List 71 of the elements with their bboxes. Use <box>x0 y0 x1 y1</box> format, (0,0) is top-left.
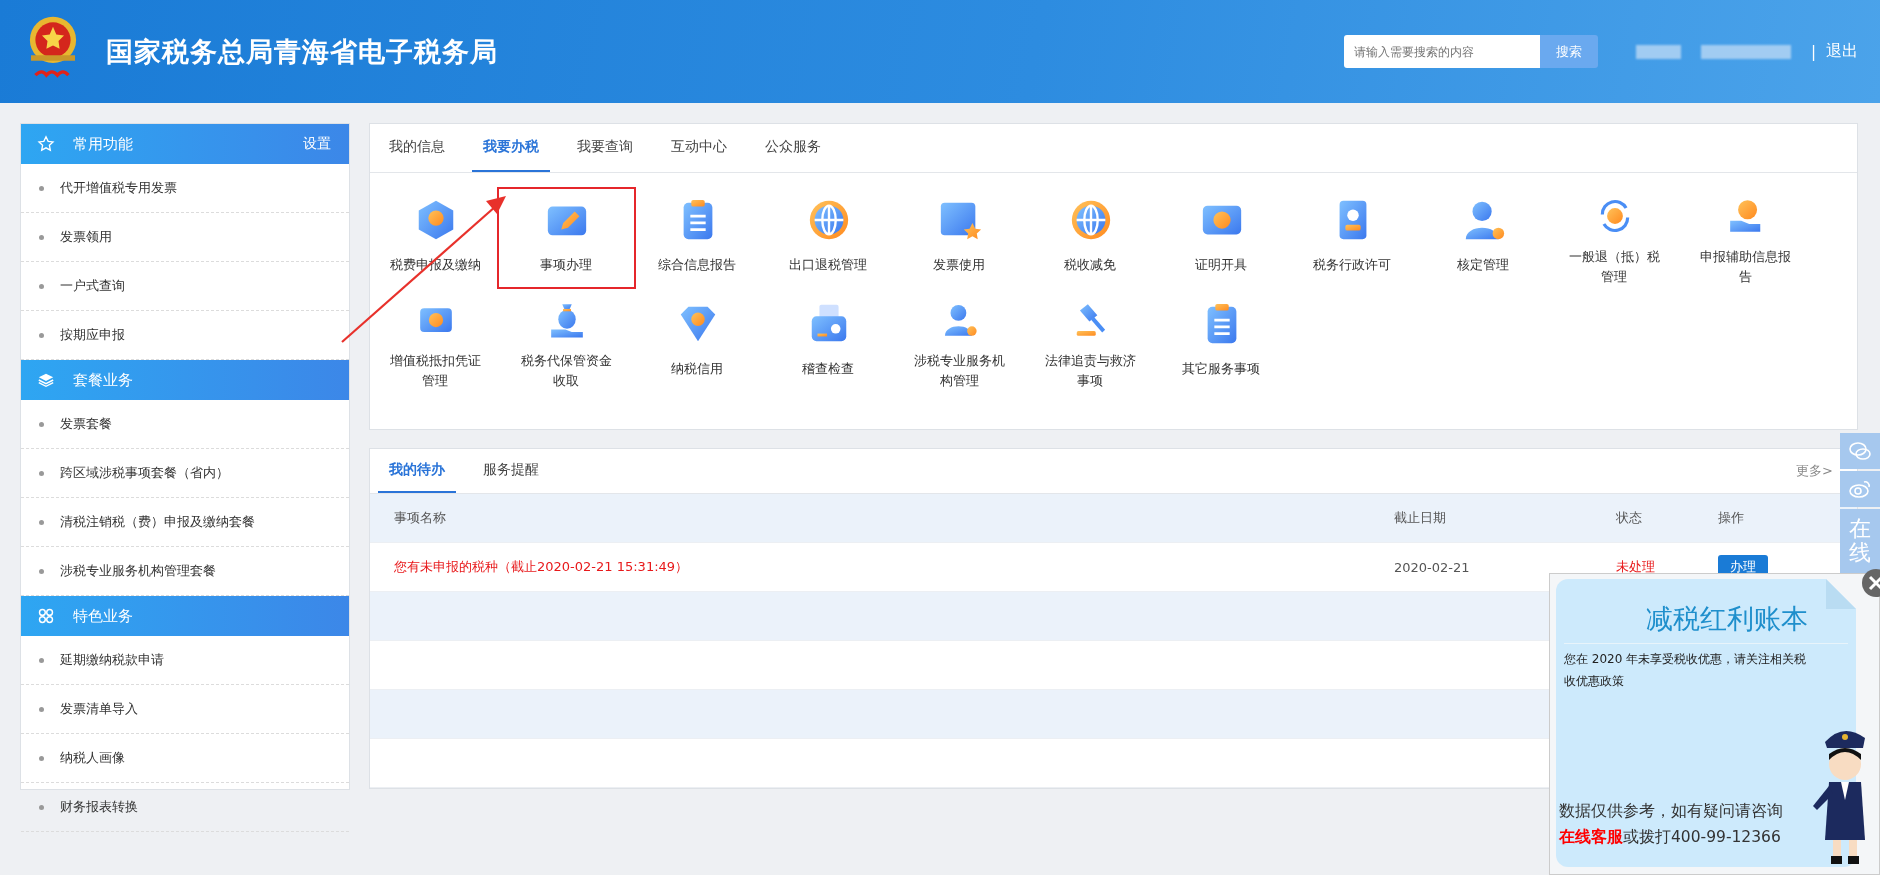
service-item[interactable]: 申报辅助信息报告 <box>1680 187 1811 289</box>
column-header: 事项名称 <box>394 509 447 527</box>
sidebar-item[interactable]: 发票清单导入 <box>21 685 349 734</box>
sidebar-item[interactable]: 延期缴纳税款申请 <box>21 636 349 685</box>
site-title: 国家税务总局青海省电子税务局 <box>106 34 498 69</box>
service-item[interactable]: 税收减免 <box>1025 187 1156 289</box>
service-item[interactable]: 稽查检查 <box>763 291 894 393</box>
chat-button[interactable] <box>1840 433 1880 469</box>
sidebar-item[interactable]: 清税注销税（费）申报及缴纳套餐 <box>21 498 349 547</box>
sidebar-item[interactable]: 一户式查询 <box>21 262 349 311</box>
service-item[interactable]: 税务代保管资金收取 <box>501 291 632 393</box>
folded-corner-icon <box>1826 579 1856 609</box>
sidebar-item[interactable]: 财务报表转换 <box>21 783 349 832</box>
layers-icon <box>37 371 55 389</box>
star-icon <box>37 135 55 153</box>
section-title: 套餐业务 <box>73 370 133 390</box>
bullet-icon <box>39 234 44 240</box>
bullet-icon <box>39 421 44 427</box>
section-title: 特色业务 <box>73 606 133 626</box>
service-item[interactable]: 一般退（抵）税管理 <box>1549 187 1680 289</box>
bullet-icon <box>39 185 44 191</box>
service-item[interactable]: 事项办理 <box>497 187 636 289</box>
service-item[interactable]: 发票使用 <box>894 187 1025 289</box>
bullet-icon <box>39 283 44 289</box>
service-item[interactable]: 法律追责与救济事项 <box>1025 291 1156 393</box>
popup-title: 减税红利账本 <box>1564 601 1848 644</box>
service-item[interactable]: 增值税抵扣凭证管理 <box>370 291 501 393</box>
more-link[interactable]: 更多> <box>1796 462 1833 480</box>
bullet-icon <box>39 657 44 663</box>
service-item[interactable]: 税务行政许可 <box>1287 187 1418 289</box>
service-item[interactable]: 核定管理 <box>1418 187 1549 289</box>
bullet-icon <box>39 519 44 525</box>
service-item[interactable]: 证明开具 <box>1156 187 1287 289</box>
command-icon <box>37 607 55 625</box>
table-cell-text: 您有未申报的税种（截止2020-02-21 15:31:49） <box>394 558 690 576</box>
service-item[interactable]: 其它服务事项 <box>1156 291 1287 393</box>
service-item[interactable]: 出口退税管理 <box>763 187 894 289</box>
bullet-icon <box>39 470 44 476</box>
popup-message: 您在 2020 年未享受税收优惠，请关注相关税收优惠政策 <box>1564 651 1808 690</box>
settings-link[interactable]: 设置 <box>303 135 331 153</box>
bullet-icon <box>39 568 44 574</box>
tab[interactable]: 我要办税 <box>472 124 550 172</box>
table-cell-text: 2020-02-21 <box>1394 559 1471 575</box>
redacted-name <box>1635 44 1681 59</box>
bullet-icon <box>39 755 44 761</box>
bullet-icon <box>39 804 44 810</box>
sidebar-item[interactable]: 发票领用 <box>21 213 349 262</box>
column-header: 截止日期 <box>1394 509 1447 527</box>
chat-icon <box>1848 439 1872 463</box>
service-item[interactable]: 纳税信用 <box>632 291 763 393</box>
section-title: 常用功能 <box>73 134 133 154</box>
column-header: 操作 <box>1718 509 1745 527</box>
share-button[interactable] <box>1840 471 1880 507</box>
sidebar-item[interactable]: 跨区域涉税事项套餐（省内） <box>21 449 349 498</box>
sidebar-item[interactable]: 代开增值税专用发票 <box>21 164 349 213</box>
tab[interactable]: 我的信息 <box>378 124 456 172</box>
popup-note: 数据仅供参考，如有疑问请咨询 <box>1559 801 1783 822</box>
bullet-icon <box>39 332 44 338</box>
search-field[interactable]: 请输入需要搜索的内容 <box>1343 35 1540 68</box>
tab[interactable]: 我要查询 <box>566 124 644 172</box>
bullet-icon <box>39 706 44 712</box>
tab[interactable]: 互动中心 <box>660 124 738 172</box>
tab[interactable]: 服务提醒 <box>472 449 550 493</box>
sidebar-item[interactable]: 发票套餐 <box>21 400 349 449</box>
service-item[interactable]: 涉税专业服务机构管理 <box>894 291 1025 393</box>
table-cell-text: 未处理 <box>1616 558 1656 576</box>
contact-text: 在线客服或拨打400-99-12366 <box>1559 827 1781 848</box>
column-header: 状态 <box>1616 509 1643 527</box>
tab[interactable]: 公众服务 <box>754 124 832 172</box>
separator: | <box>1810 42 1816 61</box>
sidebar-item[interactable]: 纳税人画像 <box>21 734 349 783</box>
